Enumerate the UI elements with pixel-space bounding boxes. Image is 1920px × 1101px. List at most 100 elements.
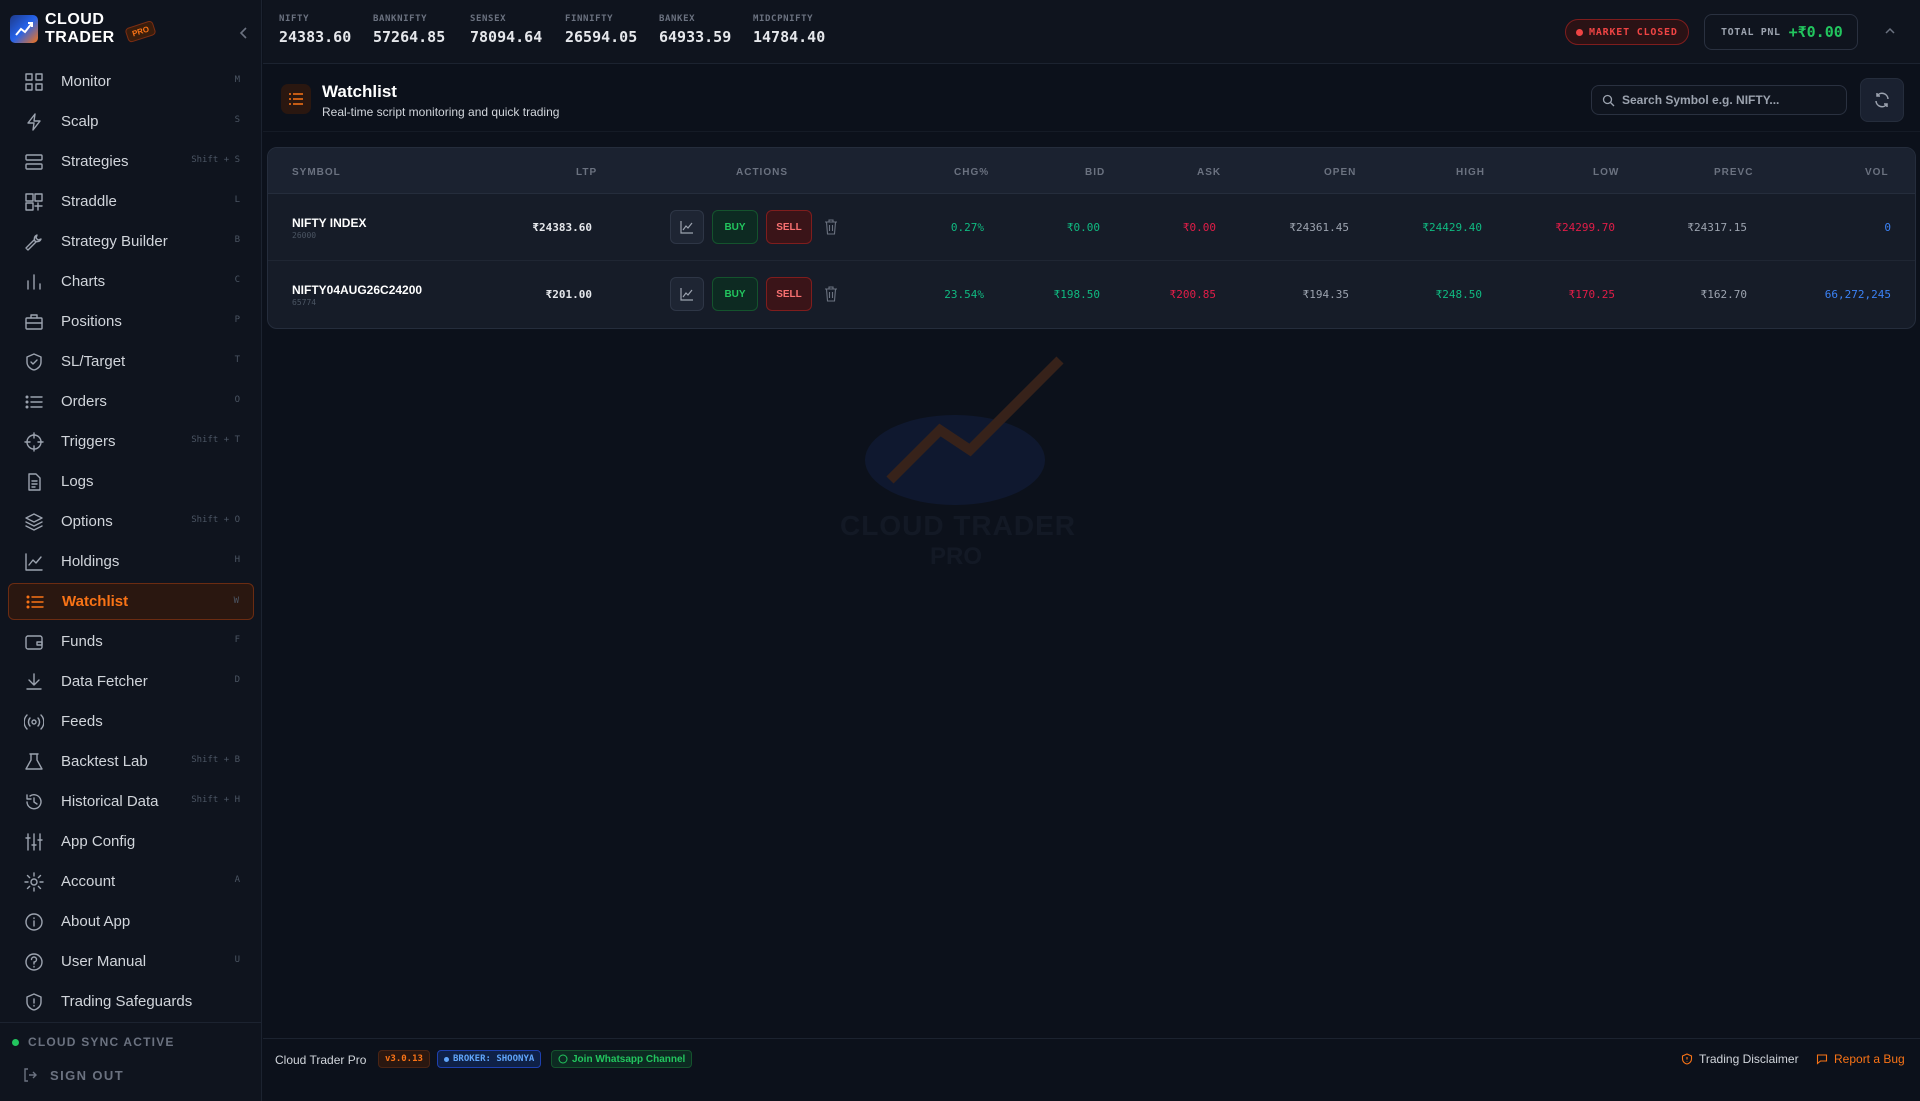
sidebar-item-label: User Manual	[61, 953, 147, 970]
header-high[interactable]: HIGH	[1456, 167, 1485, 178]
sign-out-button[interactable]: SIGN OUT	[22, 1067, 262, 1083]
header-symbol[interactable]: SYMBOL	[292, 167, 341, 178]
shortcut-key: Shift + S	[191, 155, 240, 165]
sidebar-item-sl-target[interactable]: SL/Target T	[8, 343, 254, 380]
table-row[interactable]: NIFTY INDEX 26000 ₹24383.60 BUY SELL 0.27% ₹0.…	[268, 194, 1915, 261]
watermark-chart-icon	[865, 356, 1064, 505]
sidebar-item-user-manual[interactable]: User Manual U	[8, 943, 254, 980]
sidebar-item-options[interactable]: Options Shift + O	[8, 503, 254, 540]
sign-out-label: SIGN OUT	[50, 1067, 125, 1083]
whatsapp-channel-link[interactable]: Join Whatsapp Channel	[551, 1050, 693, 1068]
header-open[interactable]: OPEN	[1324, 167, 1356, 178]
sidebar-item-funds[interactable]: Funds F	[8, 623, 254, 660]
search-input[interactable]	[1622, 93, 1842, 107]
crosshair-icon	[24, 431, 44, 452]
ticker-banknifty[interactable]: BANKNIFTY 57264.85	[373, 14, 445, 46]
sidebar-item-charts[interactable]: Charts C	[8, 263, 254, 300]
layout-icon	[24, 192, 44, 212]
shortcut-key: Shift + H	[191, 795, 240, 805]
total-pnl: TOTAL PNL +₹0.00	[1704, 14, 1858, 50]
brand-logo-icon	[10, 15, 38, 43]
ticker-sensex[interactable]: SENSEX 78094.64	[470, 14, 542, 46]
symbol-name[interactable]: NIFTY INDEX	[292, 216, 366, 230]
info-icon	[24, 912, 44, 932]
sidebar-item-monitor[interactable]: Monitor M	[8, 63, 254, 100]
header-low[interactable]: LOW	[1593, 167, 1619, 178]
header-ask[interactable]: ASK	[1197, 167, 1221, 178]
sidebar-item-watchlist[interactable]: Watchlist W	[8, 583, 254, 620]
sidebar-item-strategy-builder[interactable]: Strategy Builder B	[8, 223, 254, 260]
header-prevc[interactable]: PREVC	[1714, 167, 1753, 178]
sell-button[interactable]: SELL	[766, 210, 812, 244]
chg-value: 23.54%	[944, 288, 984, 301]
brand[interactable]: CLOUD TRADER PRO	[10, 9, 255, 55]
sidebar-item-backtest-lab[interactable]: Backtest Lab Shift + B	[8, 743, 254, 780]
sidebar-item-account[interactable]: Account A	[8, 863, 254, 900]
sidebar-item-holdings[interactable]: Holdings H	[8, 543, 254, 580]
watermark-subtext: PRO	[930, 543, 983, 570]
table-row[interactable]: NIFTY04AUG26C24200 65774 ₹201.00 BUY SELL 23.…	[268, 261, 1915, 328]
sidebar-item-triggers[interactable]: Triggers Shift + T	[8, 423, 254, 460]
buy-button[interactable]: BUY	[712, 277, 758, 311]
sidebar-item-historical-data[interactable]: Historical Data Shift + H	[8, 783, 254, 820]
ticker-value: 26594.05	[565, 28, 638, 46]
sidebar-item-about-app[interactable]: About App	[8, 903, 254, 940]
sidebar-item-logs[interactable]: Logs	[8, 463, 254, 500]
trash-icon	[825, 219, 837, 235]
sidebar-item-straddle[interactable]: Straddle L	[8, 183, 254, 220]
ticker-value: 64933.59	[659, 28, 732, 46]
layers-icon	[24, 512, 44, 532]
report-bug-link[interactable]: Report a Bug	[1816, 1052, 1905, 1066]
sidebar-item-label: SL/Target	[61, 353, 126, 370]
ticker-name: SENSEX	[470, 14, 507, 24]
sync-dot-icon	[12, 1038, 19, 1046]
shortcut-key: S	[234, 115, 240, 125]
ticker-value: 57264.85	[373, 28, 446, 46]
trading-disclaimer-link[interactable]: Trading Disclaimer	[1681, 1052, 1799, 1066]
delete-button[interactable]	[824, 286, 838, 307]
sidebar-item-scalp[interactable]: Scalp S	[8, 103, 254, 140]
shortcut-key: A	[234, 875, 240, 885]
sidebar-item-label: Strategies	[61, 153, 129, 170]
watermark-text: CLOUD TRADER	[840, 510, 1076, 541]
header-vol[interactable]: VOL	[1865, 167, 1889, 178]
header-chg[interactable]: CHG%	[954, 167, 989, 178]
status-footer: Cloud Trader Pro v3.0.13 BROKER: SHOONYA…	[263, 1038, 1920, 1101]
symbol-search[interactable]	[1591, 85, 1847, 115]
bid-value: ₹198.50	[1053, 288, 1100, 301]
header-ltp[interactable]: LTP	[576, 167, 597, 178]
shortcut-key: O	[234, 395, 240, 405]
sidebar-item-label: Orders	[61, 393, 107, 410]
sidebar-item-feeds[interactable]: Feeds	[8, 703, 254, 740]
ticker-bankex[interactable]: BANKEX 64933.59	[659, 14, 731, 46]
sidebar-item-positions[interactable]: Positions P	[8, 303, 254, 340]
refresh-button[interactable]	[1860, 78, 1904, 122]
collapse-sidebar-button[interactable]	[236, 25, 252, 41]
broker-label: BROKER: SHOONYA	[453, 1054, 535, 1064]
header-bid[interactable]: BID	[1085, 167, 1105, 178]
sidebar-footer: CLOUD SYNC ACTIVE SIGN OUT	[0, 1022, 262, 1083]
sidebar-item-label: Strategy Builder	[61, 233, 168, 250]
sidebar-item-data-fetcher[interactable]: Data Fetcher D	[8, 663, 254, 700]
sidebar-item-app-config[interactable]: App Config	[8, 823, 254, 860]
sidebar-item-strategies[interactable]: Strategies Shift + S	[8, 143, 254, 180]
ticker-nifty[interactable]: NIFTY 24383.60	[279, 14, 351, 46]
sidebar-item-label: Historical Data	[61, 793, 159, 810]
sidebar-item-trading-safeguards[interactable]: Trading Safeguards	[8, 983, 254, 1020]
shortcut-key: P	[234, 315, 240, 325]
ticker-finnifty[interactable]: FINNIFTY 26594.05	[565, 14, 637, 46]
symbol-name[interactable]: NIFTY04AUG26C24200	[292, 283, 422, 297]
wrench-icon	[24, 232, 44, 252]
broadcast-icon	[24, 712, 44, 732]
ticker-midcpnifty[interactable]: MIDCPNIFTY 14784.40	[753, 14, 825, 46]
delete-button[interactable]	[824, 219, 838, 240]
open-chart-button[interactable]	[670, 277, 704, 311]
open-chart-button[interactable]	[670, 210, 704, 244]
watchlist-table: SYMBOL LTP ACTIONS CHG% BID ASK OPEN HIG…	[267, 147, 1916, 329]
sidebar-item-orders[interactable]: Orders O	[8, 383, 254, 420]
lightning-icon	[24, 112, 44, 132]
shortcut-key: F	[234, 635, 240, 645]
collapse-topbar-button[interactable]	[1883, 24, 1897, 43]
buy-button[interactable]: BUY	[712, 210, 758, 244]
sell-button[interactable]: SELL	[766, 277, 812, 311]
